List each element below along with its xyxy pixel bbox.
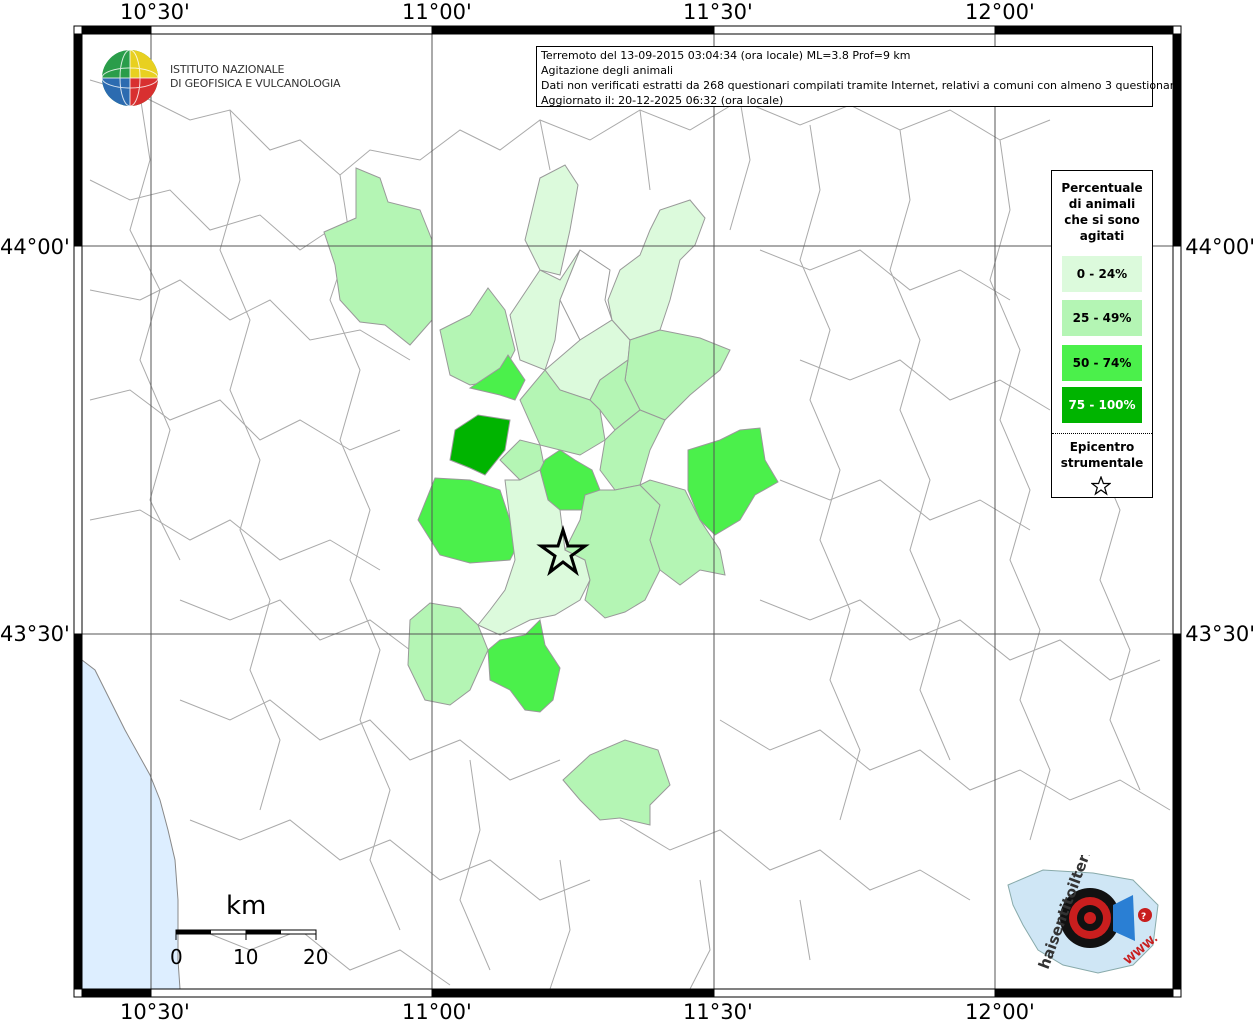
ingv-globe-logo-icon <box>101 49 159 107</box>
legend-title-line: di animali <box>1068 197 1136 211</box>
legend-separator <box>1052 433 1152 434</box>
info-subject-line: Agitazione degli animali <box>541 64 674 77</box>
map-legend: Percentuale di animali che si sono agita… <box>1051 170 1153 498</box>
legend-class-25-49: 25 - 49% <box>1062 300 1142 336</box>
legend-epicenter-label: Epicentro strumentale <box>1052 439 1152 471</box>
legend-title-line: che si sono <box>1064 213 1140 227</box>
legend-title-line: Percentuale <box>1061 181 1143 195</box>
legend-class-0-24: 0 - 24% <box>1062 256 1142 292</box>
legend-star-icon <box>1091 476 1111 496</box>
earthquake-info-box: Terremoto del 13-09-2015 03:04:34 (ora l… <box>536 46 1181 107</box>
info-updated-line: Aggiornato il: 20-12-2025 06:32 (ora loc… <box>541 94 784 107</box>
ingv-logo-text: ISTITUTO NAZIONALE DI GEOFISICA E VULCAN… <box>170 63 341 91</box>
scale-tick-20: 20 <box>303 945 328 969</box>
ingv-logo-line1: ISTITUTO NAZIONALE <box>170 63 285 76</box>
legend-class-75-100: 75 - 100% <box>1062 387 1142 423</box>
scale-tick-0: 0 <box>170 945 183 969</box>
legend-epicenter-line: strumentale <box>1060 456 1144 470</box>
ingv-logo-line2: DI GEOFISICA E VULCANOLOGIA <box>170 77 341 90</box>
info-data-note-line: Dati non verificati estratti da 268 ques… <box>541 79 1181 92</box>
scale-unit-label: km <box>226 891 266 921</box>
scale-bar: km 0 10 20 <box>170 891 328 969</box>
haisentitoilterremoto-logo-icon: ? haisentitoilterremoto.it WWW. <box>1007 855 1160 974</box>
svg-text:?: ? <box>1141 912 1146 922</box>
legend-title: Percentuale di animali che si sono agita… <box>1052 180 1152 244</box>
legend-epicenter-line: Epicentro <box>1069 440 1135 454</box>
scale-tick-10: 10 <box>233 945 258 969</box>
info-earthquake-line: Terremoto del 13-09-2015 03:04:34 (ora l… <box>541 49 911 62</box>
legend-title-line: agitati <box>1079 229 1125 243</box>
legend-class-50-74: 50 - 74% <box>1062 345 1142 381</box>
